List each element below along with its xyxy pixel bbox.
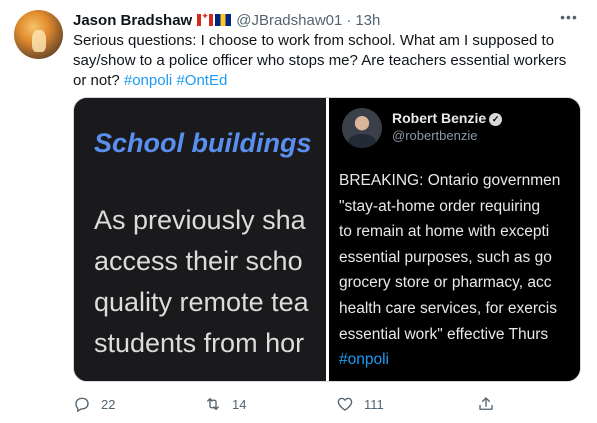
retweet-button[interactable]: 14: [204, 393, 246, 415]
hashtag-link[interactable]: #onpoli: [124, 72, 172, 89]
media-left-heading: School buildings: [94, 128, 312, 158]
retweet-icon: [207, 398, 219, 410]
embedded-author-handle: @robertbenzie: [392, 128, 478, 143]
media-image-left[interactable]: School buildings As previously sha acces…: [74, 98, 326, 381]
heart-icon: [337, 397, 353, 411]
embedded-avatar: [342, 108, 382, 148]
separator-dot: ·: [346, 11, 352, 29]
verified-icon: ✓: [489, 113, 503, 126]
media-left-line: access their scho: [94, 246, 303, 276]
action-bar: 22 14 111: [73, 393, 503, 415]
embedded-line: BREAKING: Ontario governmen: [339, 172, 561, 189]
timestamp[interactable]: 13h: [355, 12, 380, 29]
barbados-flag-icon: [215, 14, 232, 26]
like-count: 111: [364, 396, 384, 412]
embedded-line: essential work" effective Thurs: [339, 325, 549, 343]
embedded-line: to remain at home with excepti: [339, 223, 550, 241]
like-button[interactable]: 111: [336, 393, 384, 415]
embedded-line: "stay-at-home order requiring: [339, 197, 541, 215]
embedded-author-name-text: Robert Benzie: [392, 110, 487, 126]
author-name[interactable]: Jason Bradshaw: [73, 12, 192, 29]
embedded-tweet-text: BREAKING: Ontario governmen "stay-at-hom…: [339, 168, 560, 373]
embedded-author-name: Robert Benzie ✓: [392, 110, 503, 126]
canada-flag-icon: [197, 11, 214, 26]
reply-icon: [75, 397, 89, 413]
media-left-line: As previously sha: [94, 205, 306, 235]
media-left-body: As previously sha access their scho qual…: [94, 200, 309, 364]
embedded-line: health care services, for exercis: [339, 299, 557, 317]
tweet-header: Jason Bradshaw @JBradshaw01 · 13h: [73, 10, 380, 30]
reply-count: 22: [101, 396, 116, 412]
media-left-line: quality remote tea: [94, 287, 309, 317]
retweet-count: 14: [232, 396, 247, 412]
embedded-hashtag: #onpoli: [339, 351, 389, 369]
avatar[interactable]: [14, 10, 63, 59]
media-grid[interactable]: School buildings As previously sha acces…: [73, 97, 581, 382]
author-handle[interactable]: @JBradshaw01: [236, 12, 342, 29]
share-button[interactable]: [477, 393, 495, 415]
tweet-card[interactable]: Jason Bradshaw @JBradshaw01 · 13h ••• Se…: [0, 0, 597, 423]
tweet-text: Serious questions: I choose to work from…: [73, 31, 583, 91]
more-icon[interactable]: •••: [558, 10, 580, 28]
share-icon: [479, 397, 493, 410]
reply-button[interactable]: 22: [73, 393, 115, 415]
media-left-line: students from hor: [94, 328, 305, 358]
hashtag-link[interactable]: #OntEd: [176, 72, 227, 89]
embedded-line: essential purposes, such as go: [339, 248, 552, 266]
embedded-line: grocery store or pharmacy, acc: [339, 274, 552, 292]
media-image-right[interactable]: Robert Benzie ✓ @robertbenzie BREAKING: O…: [329, 98, 580, 381]
